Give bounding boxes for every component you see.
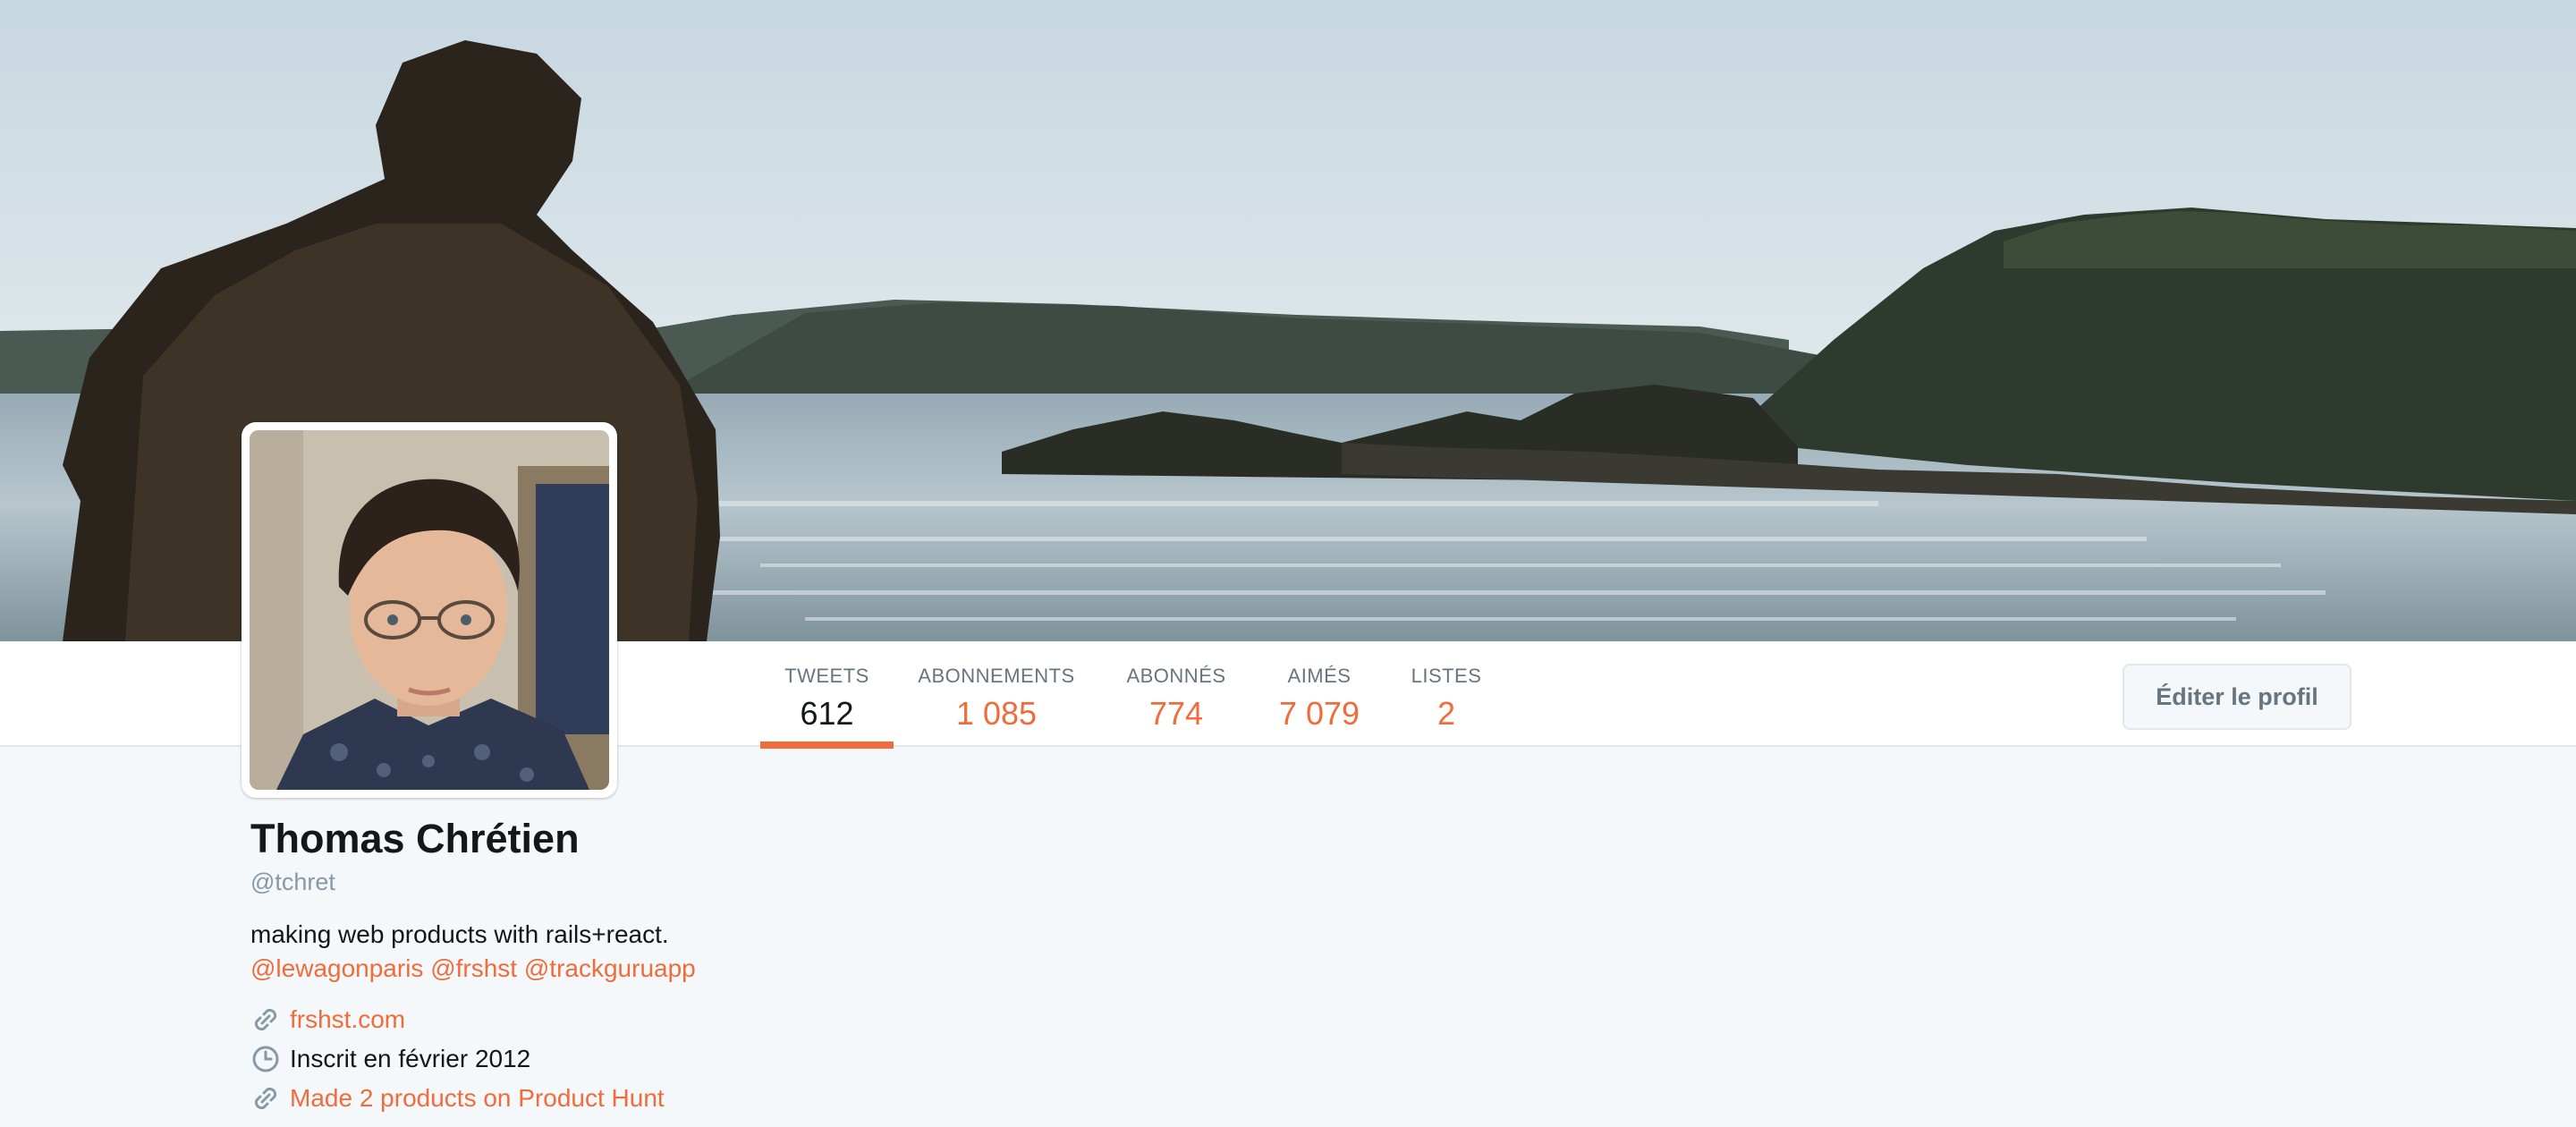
avatar[interactable] xyxy=(242,422,617,798)
profile-card: Thomas Chrétien @tchret making web produ… xyxy=(250,812,1055,1118)
profile-mentions: @lewagonparis @frshst @trackguruapp xyxy=(250,952,1055,986)
stat-listes[interactable]: LISTES 2 xyxy=(1404,641,1488,747)
joined-date: Inscrit en février 2012 xyxy=(290,1045,531,1072)
stat-abonnements[interactable]: ABONNEMENTS 1 085 xyxy=(915,641,1078,747)
link-icon xyxy=(250,1083,281,1114)
stat-abonnes[interactable]: ABONNÉS 774 xyxy=(1118,641,1234,747)
profile-joined: Inscrit en février 2012 xyxy=(250,1039,1055,1079)
mention-link[interactable]: @trackguruapp xyxy=(524,954,696,982)
avatar-photo xyxy=(250,430,609,790)
stat-label: AIMÉS xyxy=(1287,665,1352,687)
product-hunt-link[interactable]: Made 2 products on Product Hunt xyxy=(290,1084,665,1113)
stat-tweets[interactable]: TWEETS 612 xyxy=(760,641,894,749)
stat-label: TWEETS xyxy=(784,665,869,687)
profile-extra-link: Made 2 products on Product Hunt xyxy=(250,1079,1055,1118)
profile-handle[interactable]: @tchret xyxy=(250,866,1055,898)
link-icon xyxy=(250,1004,281,1035)
stat-value: 612 xyxy=(800,695,854,732)
stat-label: ABONNEMENTS xyxy=(918,665,1075,687)
clock-icon xyxy=(250,1044,281,1074)
stat-label: ABONNÉS xyxy=(1126,665,1226,687)
stat-aimes[interactable]: AIMÉS 7 079 xyxy=(1270,641,1368,747)
profile-name[interactable]: Thomas Chrétien xyxy=(250,812,1055,866)
profile-meta: frshst.com Inscrit en février 2012 Made … xyxy=(250,1000,1055,1118)
edit-profile-button[interactable]: Éditer le profil xyxy=(2123,664,2351,730)
mention-link[interactable]: @lewagonparis xyxy=(250,954,423,982)
stat-value: 7 079 xyxy=(1278,695,1360,732)
stat-label: LISTES xyxy=(1411,665,1482,687)
profile-bio: making web products with rails+react. xyxy=(250,920,669,948)
stat-value: 774 xyxy=(1148,695,1204,732)
mention-link[interactable]: @frshst xyxy=(430,954,517,982)
stat-value: 2 xyxy=(1436,695,1456,732)
stat-value: 1 085 xyxy=(955,695,1038,732)
website-link[interactable]: frshst.com xyxy=(290,1005,405,1034)
profile-website: frshst.com xyxy=(250,1000,1055,1039)
